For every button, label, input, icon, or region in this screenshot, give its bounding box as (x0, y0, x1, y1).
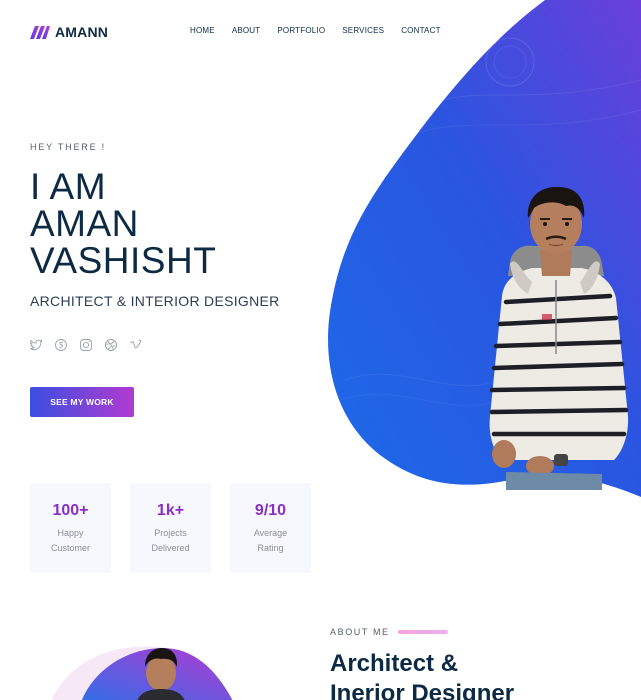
stats-row: 100+ Happy Customer 1k+ Projects Deliver… (30, 483, 311, 573)
about-eyebrow-text: ABOUT ME (330, 627, 390, 637)
social-links (29, 338, 143, 352)
nav-portfolio[interactable]: PORTFOLIO (277, 26, 325, 35)
about-title-line: Architect & (330, 650, 459, 677)
about-title-line: Inerior Designer (330, 680, 515, 700)
profile-photo (489, 186, 629, 490)
decorative-underline (397, 630, 448, 634)
stat-label: Happy Customer (30, 526, 111, 556)
hero-name: I AM AMAN VASHISHT (30, 168, 280, 279)
stat-value: 9/10 (254, 502, 287, 519)
stat-label-line: Customer (50, 543, 90, 553)
stat-value: 1k+ (156, 502, 185, 519)
see-my-work-button[interactable]: SEE MY WORK (30, 387, 134, 417)
stat-card: 1k+ Projects Delivered (130, 483, 211, 573)
hero-name-line: AMAN (30, 203, 139, 244)
hero-eyebrow: HEY THERE ! (30, 142, 106, 152)
hero-role: ARCHITECT & INTERIOR DESIGNER (30, 293, 280, 309)
nav-about[interactable]: ABOUT (232, 26, 261, 35)
brand-name: AMANN (55, 24, 109, 40)
stat-label-line: Delivered (151, 543, 190, 553)
nav-home[interactable]: HOME (190, 26, 215, 35)
vimeo-icon[interactable] (129, 338, 143, 352)
stat-label: Average Rating (230, 526, 311, 556)
skype-icon[interactable] (54, 338, 68, 352)
nav-services[interactable]: SERVICES (342, 26, 384, 35)
stat-label-line: Average (253, 528, 288, 538)
brand-logo[interactable]: AMANN (29, 24, 108, 40)
hero-name-line: I AM (30, 166, 107, 207)
nav-contact[interactable]: CONTACT (401, 26, 440, 35)
stat-card: 9/10 Average Rating (230, 483, 311, 573)
about-photo (52, 646, 233, 700)
about-eyebrow: ABOUT ME (330, 627, 514, 637)
hero-name-line: VASHISHT (30, 240, 217, 281)
main-nav: HOME ABOUT PORTFOLIO SERVICES CONTACT (190, 26, 441, 35)
stat-label: Projects Delivered (130, 526, 211, 556)
about-title: Architect & Inerior Designer (330, 649, 514, 700)
logo-icon (30, 26, 50, 39)
twitter-icon[interactable] (29, 338, 43, 352)
stat-label-line: Rating (257, 543, 284, 553)
instagram-icon[interactable] (79, 338, 93, 352)
dribbble-icon[interactable] (104, 338, 118, 352)
hero-section: HEY THERE ! I AM AMAN VASHISHT ARCHITECT… (30, 142, 280, 309)
stat-label-line: Happy (57, 528, 84, 538)
stat-value: 100+ (52, 502, 89, 519)
about-section: ABOUT ME Architect & Inerior Designer (330, 627, 514, 700)
stat-card: 100+ Happy Customer (30, 483, 111, 573)
stat-label-line: Projects (154, 528, 187, 538)
